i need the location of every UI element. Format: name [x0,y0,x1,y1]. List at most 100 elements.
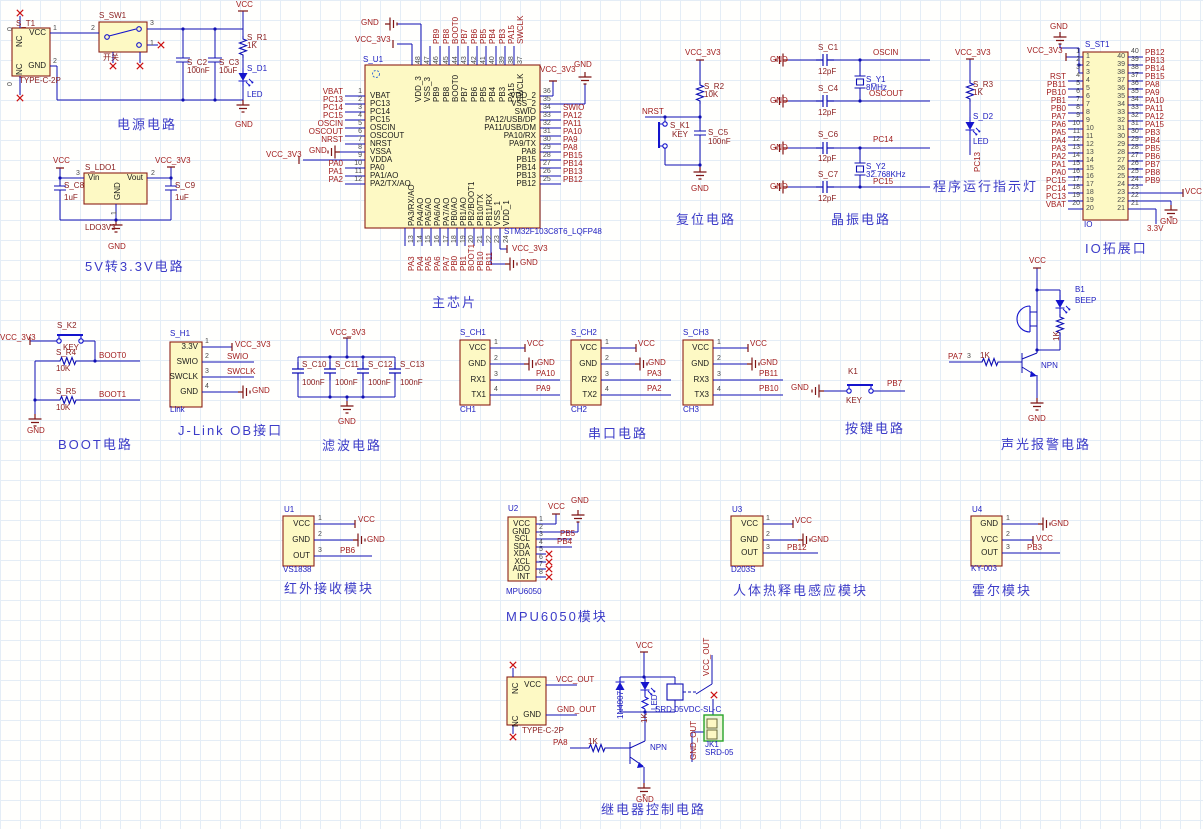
xtal-net-label: GND [770,182,788,191]
mpu-pin-number: 7 [539,561,543,568]
filt-value-label: 100nF [302,378,325,387]
chip-pin-number: 35 [543,96,551,103]
filt-value-label: 100nF [400,378,423,387]
xtal-net-label: PC15 [873,177,894,186]
chip-pin-number: 16 [434,235,441,243]
jlink-pin-number: 4 [205,383,209,390]
serial-pin-number: 4 [717,386,721,393]
chip-net-label: VCC_3V3 [355,35,391,44]
io-pin-number: 21 [1131,200,1139,207]
schematic-canvas[interactable]: S_T1 NC NC 0 0 VCC GND 1 2 TYPE-C-2P S_SW1 2 3 1 开关 VCC… [0,0,1203,829]
io-pin-number: 37 [1131,72,1139,79]
prog-section-title: 程序运行指示灯 [933,179,1039,194]
relay-pin-name: NC [511,715,520,727]
chip-pin-name: PA3/RX/AO [407,184,416,226]
jlink-part-name: Link [170,405,185,414]
chip-pin-number: 48 [415,56,422,64]
no-connect-icon [545,558,553,566]
chip-pin-name: VDD_1 [502,200,511,226]
filt-net-label: VCC_3V3 [330,328,366,337]
ldo-value-label: 1uF [175,193,189,202]
hall-designator: U4 [972,505,983,514]
power-circuit [11,9,254,113]
ldo-pin-name: Vout [126,173,143,182]
chip-pin-number: 20 [468,235,475,243]
hall-pin-number: 2 [1006,531,1010,538]
chip-pin-number: 23 [494,235,501,243]
chip-pin-name: VDD_3 [414,76,423,102]
serial-pin-number: 2 [717,355,721,362]
chip-net-label: VCC_3V3 [266,150,302,159]
pir-net-label: GND [811,535,829,544]
pushbutton-icon[interactable] [658,120,669,150]
chip-net-label: GND [520,258,538,267]
io-pin-number: 30 [1117,133,1125,140]
io-pin-number: 9 [1076,112,1080,119]
ground-icon [811,383,825,399]
io-pin-number: 19 [1072,192,1080,199]
serial-pin-name: RX3 [693,375,709,384]
serial-net-label: GND [537,358,555,367]
ground-icon [1029,397,1045,411]
mpu-pin-number: 8 [539,569,543,576]
chip-pin-name: PA5/AO [424,197,433,226]
ground-icon [1052,31,1068,45]
chip-pin-number: 5 [358,120,362,127]
io-pin-number: 6 [1086,93,1090,100]
resistor-icon [238,35,248,59]
io-net-label: VBAT [1045,200,1066,209]
pushbutton-icon[interactable] [55,334,85,345]
io-pin-number: 6 [1076,88,1080,95]
power-pin-number: 3 [150,20,154,27]
io-pin-number: 40 [1117,53,1125,60]
crystal-circuit [775,52,930,195]
key-net-label: GND [791,383,809,392]
no-connect-icon [545,550,553,558]
boot-net-label: GND [27,426,45,435]
chip-pin-name: PB0/AO [450,197,459,226]
crystal-icon [853,75,867,89]
xtal-value-label: 12pF [818,194,837,203]
chip-pin-number: 31 [543,128,551,135]
chip-net-label: VCC_3V3 [512,244,548,253]
io-pin-number: 3 [1086,69,1090,76]
power-value-label: 10uF [219,66,238,75]
reset-net-label: GND [691,184,709,193]
io-pin-number: 14 [1086,157,1094,164]
io-pin-number: 18 [1086,189,1094,196]
ground-icon [327,144,341,160]
hall-pin-number: 1 [1006,515,1010,522]
ir-pin-number: 1 [318,515,322,522]
xtal-value-label: S_C7 [818,170,839,179]
boot-section-title: BOOT电路 [58,437,133,452]
prog-value-label: 1K [973,88,983,97]
serial-pin-number: 4 [605,386,609,393]
pushbutton-icon[interactable] [845,384,875,395]
jlink-net-label: SWIO [227,352,249,361]
io-pin-number: 39 [1117,61,1125,68]
chip-pin-number: 39 [499,56,506,64]
io-pin-number: 27 [1117,157,1125,164]
crystal-icon [853,162,867,176]
chip-pin-name: PA2/TX/AO [370,179,411,188]
ground-icon [339,400,355,414]
mpu-net-label: VCC [548,502,565,511]
alarm-net-label: GND [1028,414,1046,423]
pir-pin-name: GND [740,535,758,544]
ldo-value-label: LDO3V3 [85,223,116,232]
io-pin-number: 21 [1117,205,1125,212]
chip-net-label: GND [361,18,379,27]
io-pin-number: 22 [1117,197,1125,204]
ldo-section-title: 5V转3.3V电路 [85,259,185,274]
ground-icon [577,71,593,85]
reset-value-label: S_K1 [670,121,690,130]
relay-value-label: 1K [640,713,649,723]
key-section-title: 按键电路 [845,421,906,436]
xtal-value-label: 12pF [818,108,837,117]
ldo-net-label: VCC_3V3 [155,156,191,165]
io-pin-number: 16 [1086,173,1094,180]
chip-pin-number: 40 [489,56,496,64]
chip-pin-number: 18 [451,235,458,243]
ldo-value-label: S_C8 [64,181,85,190]
serial-net-label: PA10 [536,369,555,378]
